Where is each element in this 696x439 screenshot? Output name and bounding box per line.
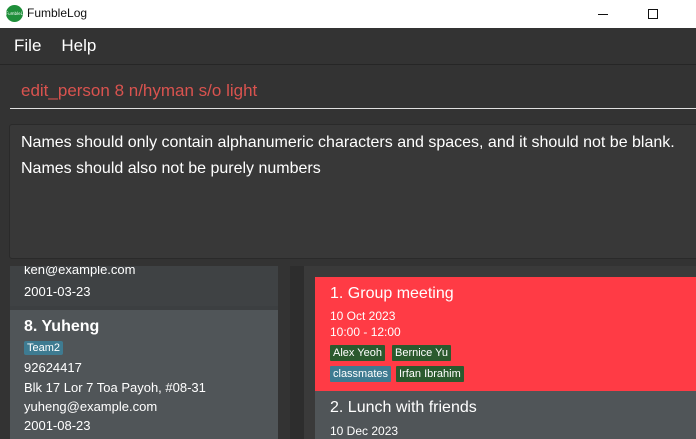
event-title: 2. Lunch with friends xyxy=(330,399,477,416)
command-box xyxy=(0,64,696,116)
person-phone: 92624417 xyxy=(24,360,82,375)
result-display-area: Names should only contain alphanumeric c… xyxy=(0,116,696,266)
event-date: 10 Oct 2023 xyxy=(330,309,396,323)
event-list[interactable]: 1. Group meeting 10 Oct 2023 10:00 - 12:… xyxy=(304,266,696,439)
maximize-button[interactable] xyxy=(630,0,676,28)
event-time: 10:00 - 12:00 xyxy=(330,325,401,339)
person-birthday: 2001-08-23 xyxy=(24,418,91,433)
menu-help[interactable]: Help xyxy=(61,36,96,56)
window-title: FumbleLog xyxy=(27,6,88,20)
maximize-icon xyxy=(648,9,658,19)
event-date: 10 Dec 2023 xyxy=(330,424,399,438)
person-group-tag: Team2 xyxy=(24,341,64,355)
person-list[interactable]: ken@example.com 2001-03-23 8. Yuheng Tea… xyxy=(10,266,278,439)
minimize-icon xyxy=(598,13,608,15)
person-birthday: 2001-03-23 xyxy=(24,284,91,299)
title-bar: FumbleLog FumbleLog xyxy=(0,0,696,28)
event-title: 1. Group meeting xyxy=(330,285,454,302)
menu-file[interactable]: File xyxy=(14,36,41,56)
menu-bar: File Help xyxy=(0,28,696,64)
person-email: ken@example.com xyxy=(24,266,136,277)
app-window: FumbleLog FumbleLog File Help Names shou… xyxy=(0,0,696,439)
event-person-chip: Alex Yeoh xyxy=(330,345,385,361)
event-card[interactable]: 2. Lunch with friends 10 Dec 2023 xyxy=(315,391,696,439)
result-display: Names should only contain alphanumeric c… xyxy=(9,124,696,259)
person-card[interactable]: 8. Yuheng Team2 92624417 Blk 17 Lor 7 To… xyxy=(10,310,278,439)
minimize-button[interactable] xyxy=(580,0,626,28)
event-person-chip: Irfan Ibrahim xyxy=(396,366,464,382)
app-logo-icon: FumbleLog xyxy=(6,5,23,22)
command-input[interactable] xyxy=(10,73,696,109)
list-divider xyxy=(290,266,304,439)
person-card-previous[interactable]: ken@example.com 2001-03-23 xyxy=(10,266,278,306)
person-name: 8. Yuheng xyxy=(24,318,100,335)
event-card[interactable]: 1. Group meeting 10 Oct 2023 10:00 - 12:… xyxy=(315,277,696,391)
event-person-chip: Bernice Yu xyxy=(392,345,452,361)
person-address: Blk 17 Lor 7 Toa Payoh, #08-31 xyxy=(24,380,206,395)
person-email: yuheng@example.com xyxy=(24,399,158,414)
event-group-chip: classmates xyxy=(330,366,392,382)
lists-area: ken@example.com 2001-03-23 8. Yuheng Tea… xyxy=(0,266,696,439)
result-line-2: Names should also not be purely numbers xyxy=(21,160,321,177)
result-line-1: Names should only contain alphanumeric c… xyxy=(21,134,675,151)
